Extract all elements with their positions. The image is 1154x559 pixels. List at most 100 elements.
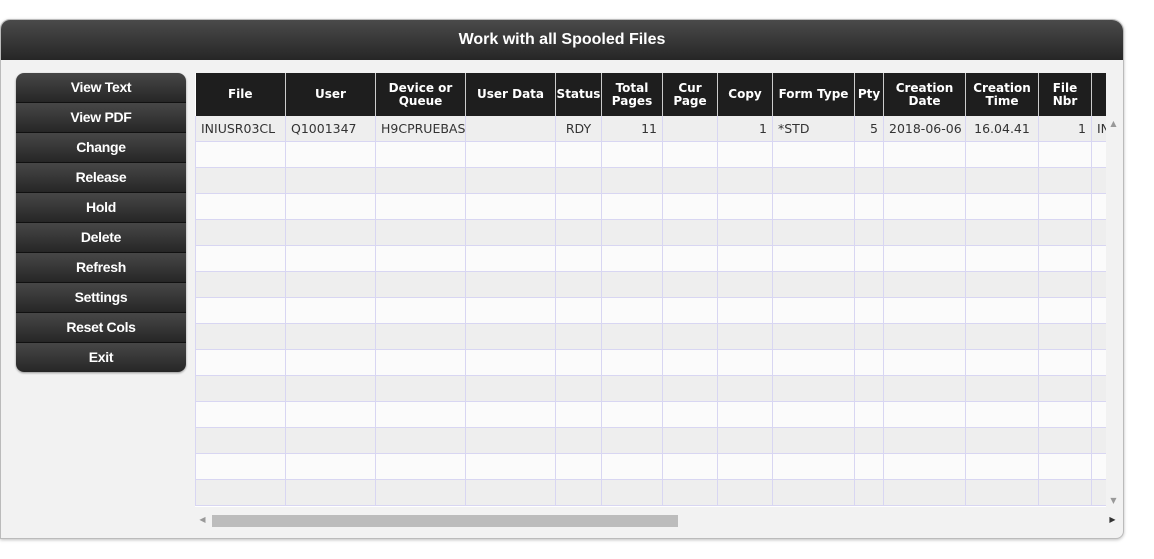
scroll-down-icon[interactable]: ▼ xyxy=(1106,496,1121,505)
column-header-device-or-queue[interactable]: Device or Queue xyxy=(375,73,466,116)
column-header-user[interactable]: User xyxy=(285,73,376,116)
empty-cell xyxy=(854,167,884,194)
release-button[interactable]: Release xyxy=(16,163,186,193)
spooled-files-grid: File User Device or Queue User Data Status To… xyxy=(195,73,1106,507)
empty-cell xyxy=(883,167,966,194)
empty-cell xyxy=(1091,271,1106,298)
empty-cell xyxy=(285,323,376,350)
action-button-panel: View Text View PDF Change Release Hold Delete… xyxy=(16,73,186,372)
empty-cell xyxy=(717,375,773,402)
empty-cell xyxy=(854,323,884,350)
empty-cell xyxy=(375,245,466,272)
view-pdf-button[interactable]: View PDF xyxy=(16,103,186,133)
empty-cell xyxy=(965,401,1039,428)
empty-cell xyxy=(662,141,718,168)
cell-creation-date: 2018-06-06 xyxy=(883,116,966,142)
empty-cell xyxy=(375,219,466,246)
empty-cell xyxy=(555,271,602,298)
empty-cell xyxy=(717,323,773,350)
empty-cell xyxy=(375,375,466,402)
hold-button[interactable]: Hold xyxy=(16,193,186,223)
empty-cell xyxy=(375,271,466,298)
scroll-up-icon[interactable]: ▲ xyxy=(1106,119,1121,128)
refresh-button[interactable]: Refresh xyxy=(16,253,186,283)
empty-cell xyxy=(195,323,286,350)
empty-cell xyxy=(854,193,884,220)
empty-cell xyxy=(555,297,602,324)
column-header-status[interactable]: Status xyxy=(555,73,602,116)
empty-cell xyxy=(1038,401,1092,428)
empty-cell xyxy=(555,219,602,246)
empty-cell xyxy=(717,219,773,246)
empty-cell xyxy=(965,453,1039,480)
empty-cell xyxy=(772,427,855,454)
column-header-creation-time[interactable]: Creation Time xyxy=(965,73,1039,116)
column-header-total-pages[interactable]: Total Pages xyxy=(601,73,663,116)
empty-cell xyxy=(717,245,773,272)
scroll-right-icon[interactable]: ▶ xyxy=(1105,515,1120,524)
delete-button[interactable]: Delete xyxy=(16,223,186,253)
empty-cell xyxy=(1091,245,1106,272)
empty-table-row xyxy=(195,401,1106,428)
empty-cell xyxy=(195,349,286,376)
empty-cell xyxy=(662,427,718,454)
empty-cell xyxy=(717,401,773,428)
empty-cell xyxy=(1091,297,1106,324)
empty-cell xyxy=(772,271,855,298)
table-row[interactable]: INIUSR03CL Q1001347 H9CPRUEBAS RDY 11 1 *STD 5 2… xyxy=(195,116,1106,142)
cell-pty: 5 xyxy=(854,116,884,142)
column-header-user-data[interactable]: User Data xyxy=(465,73,556,116)
empty-cell xyxy=(1091,375,1106,402)
empty-cell xyxy=(195,453,286,480)
column-header-file[interactable]: File xyxy=(195,73,286,116)
empty-cell xyxy=(883,479,966,506)
empty-cell xyxy=(772,141,855,168)
settings-button[interactable]: Settings xyxy=(16,283,186,313)
empty-cell xyxy=(601,401,663,428)
vertical-scrollbar[interactable]: ▲ ▼ xyxy=(1106,117,1121,507)
empty-cell xyxy=(195,271,286,298)
empty-cell xyxy=(965,271,1039,298)
column-header-job[interactable]: Job xyxy=(1091,73,1106,116)
empty-cell xyxy=(883,219,966,246)
empty-cell xyxy=(662,375,718,402)
empty-cell xyxy=(375,349,466,376)
empty-cell xyxy=(772,375,855,402)
empty-cell xyxy=(375,427,466,454)
cell-file: INIUSR03CL xyxy=(195,116,286,142)
empty-cell xyxy=(195,193,286,220)
empty-cell xyxy=(662,401,718,428)
empty-cell xyxy=(1091,323,1106,350)
column-header-copy[interactable]: Copy xyxy=(717,73,773,116)
reset-cols-button[interactable]: Reset Cols xyxy=(16,313,186,343)
empty-cell xyxy=(965,245,1039,272)
horizontal-scroll-thumb[interactable] xyxy=(212,515,678,527)
column-header-cur-page[interactable]: Cur Page xyxy=(662,73,718,116)
column-header-pty[interactable]: Pty xyxy=(854,73,884,116)
horizontal-scrollbar[interactable]: ◀ ▶ xyxy=(195,513,1120,528)
column-header-creation-date[interactable]: Creation Date xyxy=(883,73,966,116)
column-header-file-nbr[interactable]: File Nbr xyxy=(1038,73,1092,116)
empty-cell xyxy=(662,193,718,220)
empty-cell xyxy=(965,219,1039,246)
empty-cell xyxy=(555,167,602,194)
empty-cell xyxy=(883,297,966,324)
exit-button[interactable]: Exit xyxy=(16,343,186,372)
empty-cell xyxy=(1038,297,1092,324)
empty-cell xyxy=(285,141,376,168)
empty-table-row xyxy=(195,141,1106,168)
view-text-button[interactable]: View Text xyxy=(16,73,186,103)
empty-cell xyxy=(662,479,718,506)
empty-cell xyxy=(375,401,466,428)
column-header-form-type[interactable]: Form Type xyxy=(772,73,855,116)
empty-cell xyxy=(965,375,1039,402)
empty-cell xyxy=(883,453,966,480)
empty-cell xyxy=(285,453,376,480)
empty-cell xyxy=(883,193,966,220)
change-button[interactable]: Change xyxy=(16,133,186,163)
empty-cell xyxy=(465,245,556,272)
empty-table-row xyxy=(195,479,1106,506)
scroll-left-icon[interactable]: ◀ xyxy=(195,515,210,524)
empty-cell xyxy=(965,193,1039,220)
empty-cell xyxy=(854,219,884,246)
